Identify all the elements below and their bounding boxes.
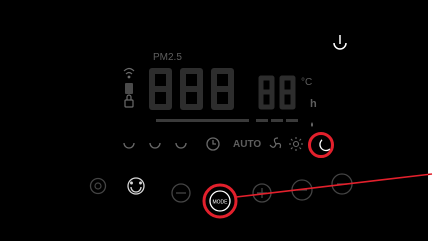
- uv-light-icon: [289, 137, 303, 151]
- small-drop-icon: [311, 122, 313, 127]
- main-digits: [149, 68, 234, 110]
- small-digits: [258, 75, 296, 110]
- p-button[interactable]: [89, 177, 107, 195]
- small-bar: [256, 119, 298, 122]
- power-icon[interactable]: [333, 35, 347, 50]
- timer-icon: [206, 137, 220, 151]
- fan-speed-icon: [123, 142, 187, 149]
- child-lock-icon: [125, 83, 133, 94]
- lock-icon: [124, 94, 134, 108]
- fan-icon: [269, 137, 282, 149]
- main-bar: [156, 119, 249, 122]
- minus-button[interactable]: [171, 183, 191, 203]
- mode-button-label: MODE: [213, 200, 229, 206]
- display-graphics: MODE: [89, 35, 433, 219]
- moon-icon[interactable]: [319, 139, 331, 152]
- wifi-icon: [123, 67, 135, 79]
- moon-highlight-ring: [308, 132, 334, 158]
- fan-speed-button[interactable]: [127, 177, 145, 195]
